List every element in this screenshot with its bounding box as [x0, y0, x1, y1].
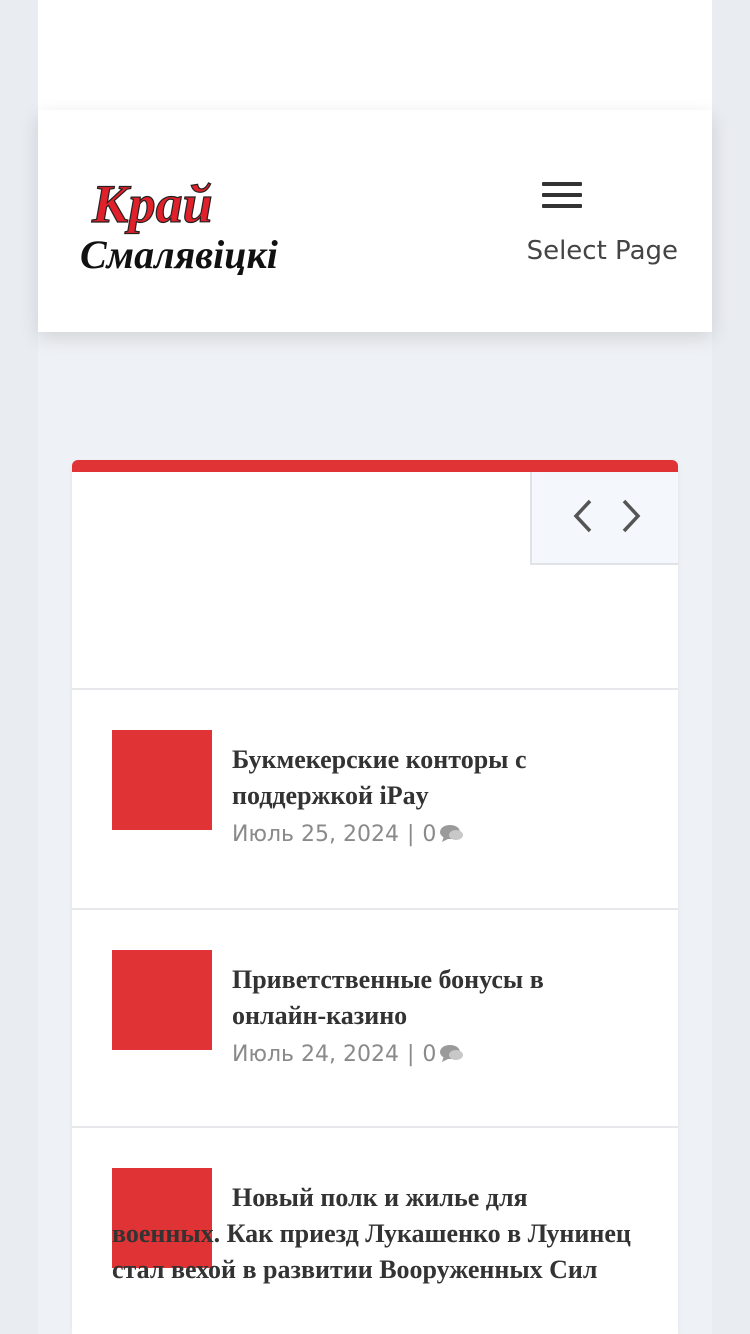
post-title[interactable]: Приветственные бонусы в онлайн-казино: [232, 962, 632, 1034]
divider: [72, 908, 678, 910]
logo-line-2: Смалявіцкі: [80, 232, 278, 275]
select-page-label[interactable]: Select Page: [527, 236, 678, 266]
site-logo[interactable]: Край Смалявіцкі: [78, 170, 378, 277]
post-meta: Июль 25, 2024 | 0: [232, 822, 464, 849]
post-title-text[interactable]: Новый полк и жилье для военных. Как прие…: [112, 1183, 631, 1284]
post-date: Июль 24, 2024: [232, 1042, 399, 1067]
site-header: Край Смалявіцкі Select Page: [38, 110, 712, 332]
post-title[interactable]: Букмекерские конторы с поддержкой iPay: [232, 742, 632, 814]
post-meta: Июль 24, 2024 | 0: [232, 1042, 464, 1069]
post-title[interactable]: Новый полк и жилье для военных. Как прие…: [112, 1180, 632, 1288]
comment-count[interactable]: 0: [422, 1042, 436, 1067]
post-date: Июль 25, 2024: [232, 822, 399, 847]
meta-separator: |: [406, 1042, 415, 1067]
divider: [72, 688, 678, 690]
comment-count[interactable]: 0: [422, 822, 436, 847]
logo-line-1: Край: [91, 174, 213, 234]
menu-icon[interactable]: [542, 182, 582, 212]
comment-icon[interactable]: [440, 823, 464, 849]
chevron-right-icon[interactable]: [616, 498, 646, 534]
chevron-left-icon[interactable]: [568, 498, 598, 534]
post-thumbnail[interactable]: [112, 730, 212, 830]
slider-nav: [530, 472, 678, 565]
comment-icon[interactable]: [440, 1043, 464, 1069]
top-bar: [38, 0, 712, 110]
posts-slider-card: Букмекерские конторы с поддержкой iPay И…: [72, 460, 678, 1334]
meta-separator: |: [406, 822, 415, 847]
divider: [72, 1126, 678, 1128]
post-thumbnail[interactable]: [112, 950, 212, 1050]
